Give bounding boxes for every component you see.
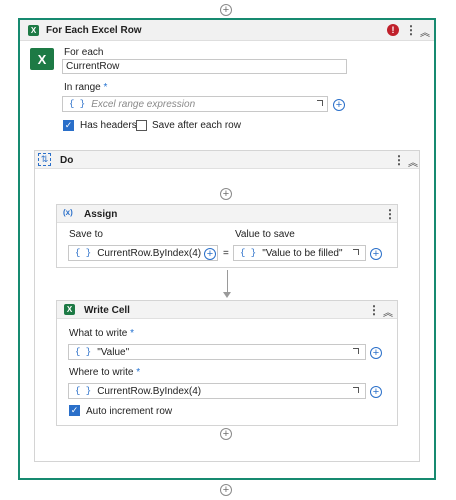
for-each-input[interactable]: CurrentRow: [62, 59, 347, 74]
required-marker: *: [130, 328, 135, 339]
more-options-icon[interactable]: ⋮: [405, 23, 417, 37]
save-after-each-row-label: Save after each row: [152, 120, 241, 131]
expression-icon: { }: [240, 248, 257, 258]
auto-increment-row-label: Auto increment row: [86, 406, 173, 417]
auto-increment-row-checkbox[interactable]: ✓: [69, 405, 80, 416]
has-headers-label: Has headers: [80, 120, 137, 131]
where-to-write-label-text: Where to write: [69, 367, 134, 378]
value-to-save-label: Value to save: [235, 229, 295, 240]
where-to-write-label: Where to write *: [69, 367, 140, 378]
do-more-options-icon[interactable]: ⋮: [393, 153, 405, 167]
value-to-save-input[interactable]: { } "Value to be filled": [233, 245, 366, 261]
assign-more-options-icon[interactable]: ⋮: [384, 207, 396, 221]
expression-icon: { }: [69, 99, 86, 109]
write-cell-more-options-icon[interactable]: ⋮: [368, 303, 380, 317]
in-range-add-icon[interactable]: +: [333, 99, 345, 111]
what-to-write-add-icon[interactable]: +: [370, 347, 382, 359]
excel-icon: X: [28, 25, 39, 36]
equals-sign: =: [223, 248, 229, 259]
where-to-write-value: CurrentRow.ByIndex(4): [97, 385, 202, 397]
add-activity-bottom-icon[interactable]: +: [220, 484, 232, 496]
expand-editor-icon[interactable]: [353, 387, 359, 393]
save-to-input[interactable]: { } CurrentRow.ByIndex(4): [68, 245, 218, 261]
value-to-save-add-icon[interactable]: +: [370, 248, 382, 260]
assign-icon: (x): [63, 208, 73, 217]
what-to-write-label: What to write *: [69, 328, 134, 339]
expand-editor-icon[interactable]: [353, 348, 359, 354]
save-to-label: Save to: [69, 229, 103, 240]
connector-arrow-icon: [223, 292, 231, 298]
what-to-write-value: "Value": [97, 346, 130, 358]
expand-editor-icon[interactable]: [353, 249, 359, 255]
expression-icon: { }: [75, 248, 92, 258]
add-activity-icon[interactable]: +: [220, 428, 232, 440]
excel-large-icon: X: [30, 48, 54, 70]
what-to-write-label-text: What to write: [69, 328, 128, 339]
excel-icon: X: [64, 304, 75, 315]
activity-title: For Each Excel Row: [46, 25, 142, 36]
required-marker: *: [136, 367, 141, 378]
do-collapse-icon[interactable]: ︽: [408, 154, 418, 169]
where-to-write-input[interactable]: { } CurrentRow.ByIndex(4): [68, 383, 366, 399]
expand-editor-icon[interactable]: [317, 100, 323, 106]
connector-line: [227, 270, 228, 292]
do-block-header[interactable]: [35, 151, 419, 169]
add-activity-top-icon[interactable]: +: [220, 4, 232, 16]
write-cell-title: Write Cell: [84, 305, 130, 316]
in-range-label: In range *: [64, 82, 107, 93]
collapse-icon[interactable]: ︽: [420, 24, 430, 39]
do-block-title: Do: [60, 155, 74, 166]
in-range-label-text: In range: [64, 82, 101, 93]
for-each-value: CurrentRow: [66, 61, 120, 72]
in-range-placeholder: Excel range expression: [91, 98, 196, 110]
assign-title: Assign: [84, 209, 118, 220]
expression-icon: { }: [75, 347, 92, 357]
in-range-input[interactable]: { } Excel range expression: [62, 96, 328, 112]
save-to-value: CurrentRow.ByIndex(4): [97, 247, 202, 259]
where-to-write-add-icon[interactable]: +: [370, 386, 382, 398]
add-activity-icon[interactable]: +: [220, 188, 232, 200]
what-to-write-input[interactable]: { } "Value": [68, 344, 366, 360]
save-after-each-row-checkbox[interactable]: [136, 120, 147, 131]
expression-icon: { }: [75, 386, 92, 396]
error-badge-icon[interactable]: !: [387, 24, 399, 36]
for-each-label: For each: [64, 47, 104, 58]
required-marker: *: [103, 82, 108, 93]
value-to-save-value: "Value to be filled": [262, 247, 343, 259]
write-cell-collapse-icon[interactable]: ︽: [383, 304, 393, 319]
has-headers-checkbox[interactable]: ✓: [63, 120, 74, 131]
sequence-icon: ⇅: [38, 153, 51, 166]
save-to-add-icon[interactable]: +: [204, 248, 216, 260]
